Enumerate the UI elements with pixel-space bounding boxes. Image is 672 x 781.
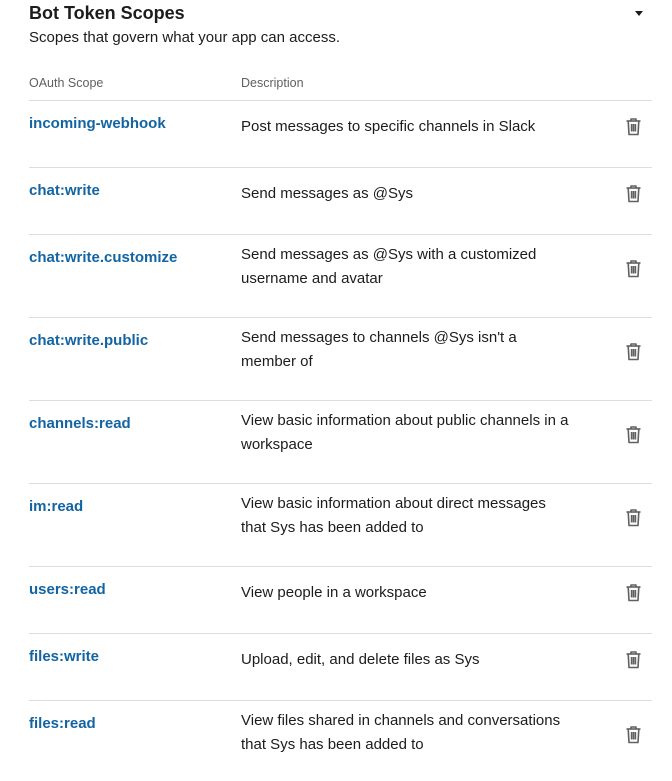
section-subtitle: Scopes that govern what your app can acc… <box>29 29 341 46</box>
table-row: chat:write.customize Send messages as @S… <box>29 235 652 318</box>
scope-link[interactable]: channels:read <box>29 415 131 432</box>
scope-link[interactable]: files:write <box>29 648 99 665</box>
table-row: channels:read View basic information abo… <box>29 401 652 484</box>
scopes-table: incoming-webhook Post messages to specif… <box>29 100 652 781</box>
section-header: Bot Token Scopes Scopes that govern what… <box>29 0 652 54</box>
trash-icon[interactable] <box>625 725 642 744</box>
trash-icon[interactable] <box>625 425 642 444</box>
column-header-description: Description <box>241 76 304 90</box>
table-row: files:write Upload, edit, and delete fil… <box>29 634 652 701</box>
trash-icon[interactable] <box>625 259 642 278</box>
bot-token-scopes-section: Bot Token Scopes Scopes that govern what… <box>29 0 652 781</box>
trash-icon[interactable] <box>625 508 642 527</box>
section-title: Bot Token Scopes <box>29 3 185 23</box>
scope-link[interactable]: chat:write <box>29 182 100 199</box>
trash-icon[interactable] <box>625 342 642 361</box>
trash-icon[interactable] <box>625 117 642 136</box>
table-header: OAuth Scope Description <box>29 54 652 100</box>
table-row: users:read View people in a workspace <box>29 567 652 634</box>
caret-down-icon[interactable] <box>632 6 646 20</box>
scope-link[interactable]: chat:write.customize <box>29 249 177 266</box>
scope-link[interactable]: im:read <box>29 498 83 515</box>
scope-description: View people in a workspace <box>241 584 427 601</box>
scope-link[interactable]: files:read <box>29 715 96 732</box>
scope-description: Post messages to specific channels in Sl… <box>241 118 536 135</box>
scope-link[interactable]: incoming-webhook <box>29 115 166 132</box>
scope-description: View files shared in channels and conver… <box>241 712 561 753</box>
table-row: im:read View basic information about dir… <box>29 484 652 567</box>
table-row: chat:write.public Send messages to chann… <box>29 318 652 401</box>
scope-description: Upload, edit, and delete files as Sys <box>241 651 480 668</box>
column-header-oauth-scope: OAuth Scope <box>29 76 104 90</box>
table-row: chat:write Send messages as @Sys <box>29 168 652 235</box>
scope-link[interactable]: users:read <box>29 581 106 598</box>
scope-description: Send messages as @Sys <box>241 185 413 202</box>
scope-description: Send messages as @Sys with a customized … <box>241 246 537 287</box>
trash-icon[interactable] <box>625 184 642 203</box>
scope-description: Send messages to channels @Sys isn't a m… <box>241 329 517 370</box>
trash-icon[interactable] <box>625 583 642 602</box>
table-row: incoming-webhook Post messages to specif… <box>29 101 652 168</box>
trash-icon[interactable] <box>625 650 642 669</box>
scope-link[interactable]: chat:write.public <box>29 332 148 349</box>
scope-description: View basic information about public chan… <box>241 412 569 453</box>
scope-description: View basic information about direct mess… <box>241 495 546 536</box>
table-row: files:read View files shared in channels… <box>29 701 652 781</box>
